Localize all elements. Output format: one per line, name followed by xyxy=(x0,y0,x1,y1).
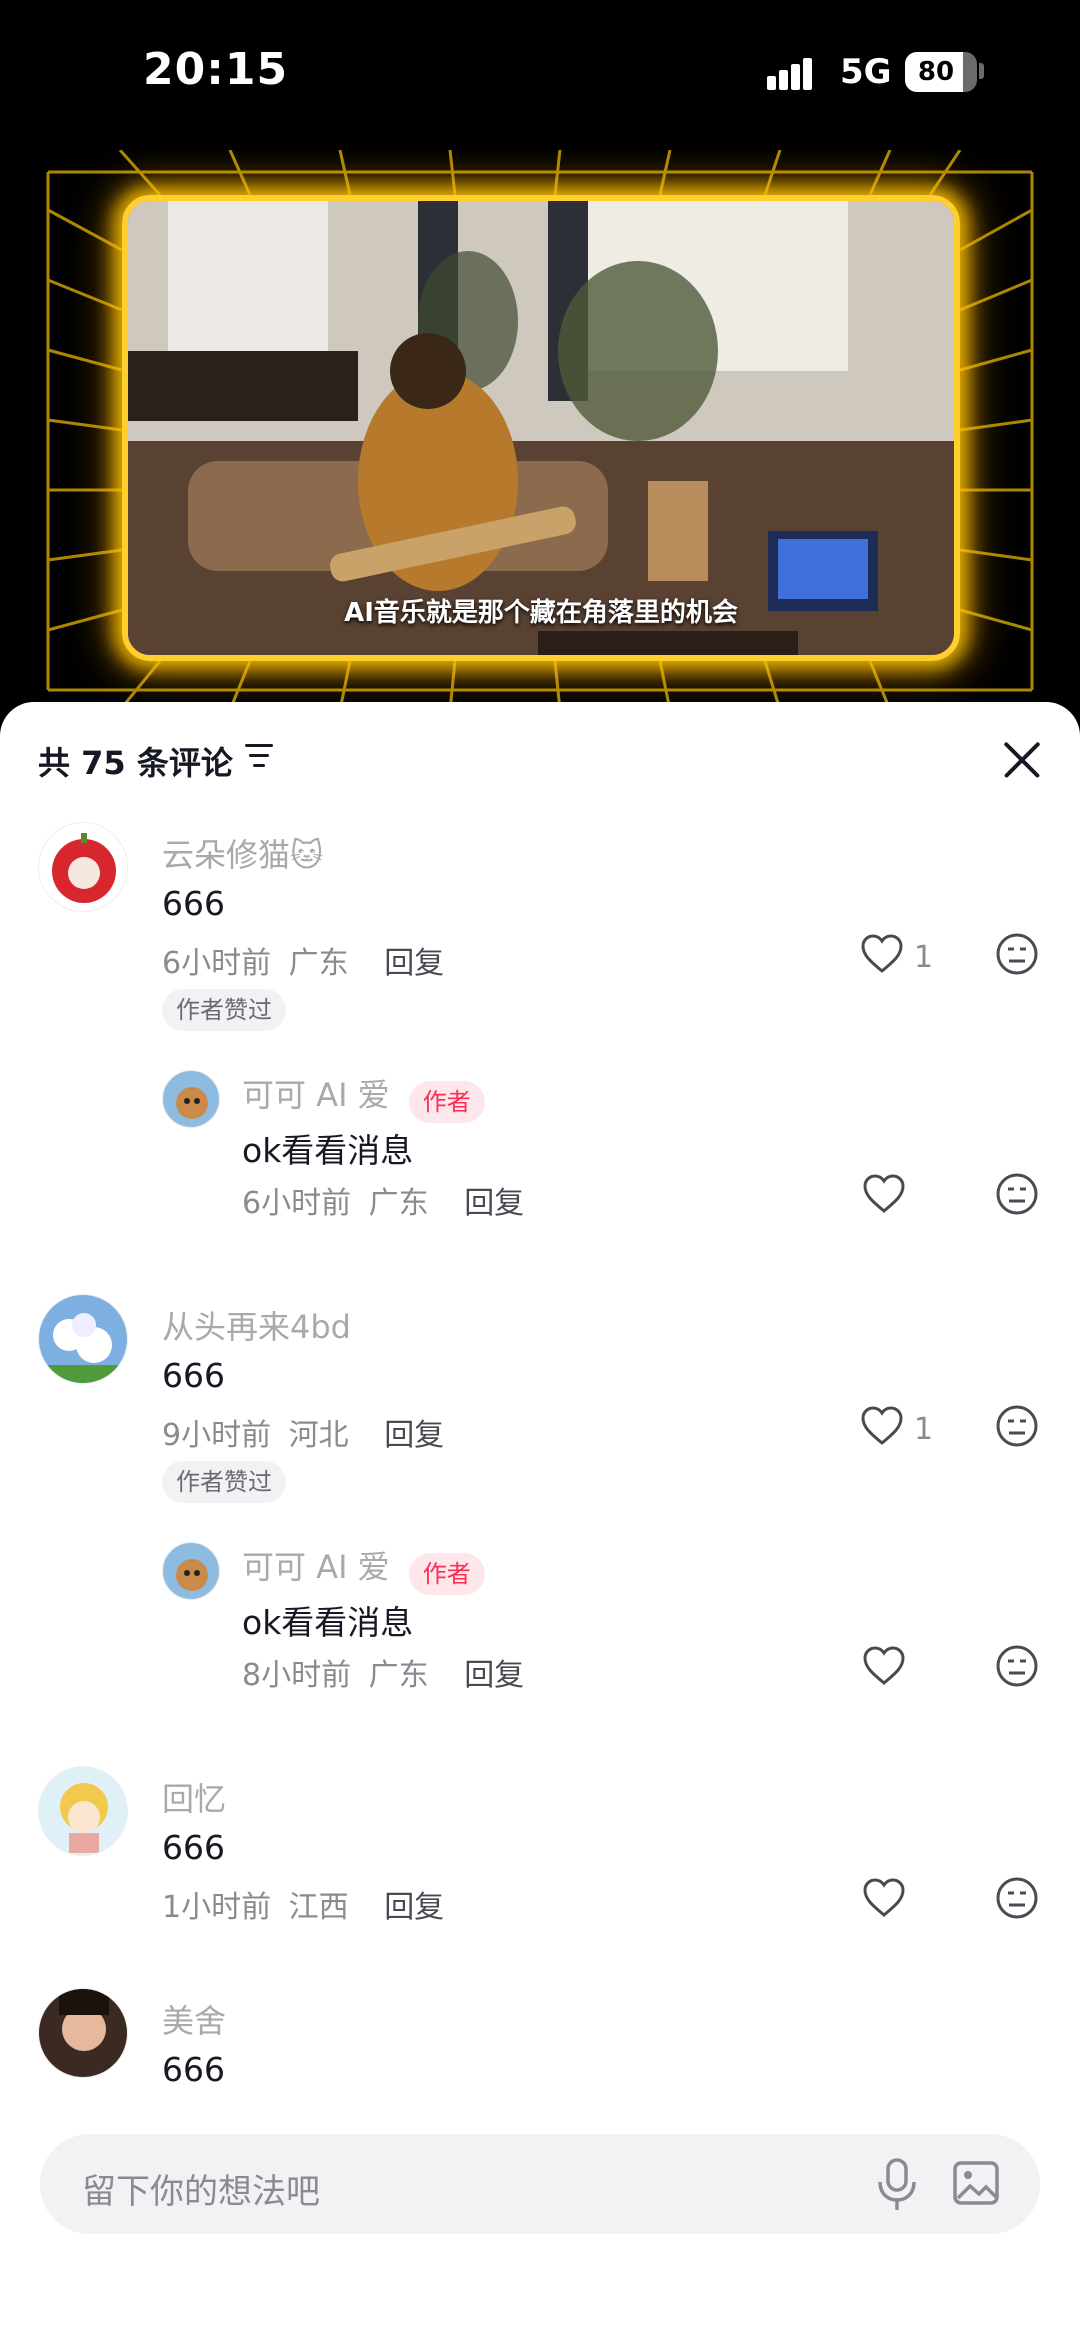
avatar[interactable] xyxy=(38,1988,128,2078)
status-time: 20:15 xyxy=(143,44,289,95)
status-bar: 20:15 5G 80 xyxy=(0,0,1080,150)
comment-username[interactable]: 美舍 xyxy=(162,1996,226,2042)
video-subtitle: AI音乐就是那个藏在角落里的机会 xyxy=(344,598,738,628)
comments-count-title: 共 75 条评论 xyxy=(38,744,233,782)
dislike-face-icon[interactable] xyxy=(996,1877,1038,1919)
avatar[interactable] xyxy=(38,822,128,912)
avatar[interactable] xyxy=(162,1070,220,1128)
like-count: 1 xyxy=(914,1412,934,1447)
heart-icon[interactable] xyxy=(860,934,904,974)
image-picker-icon[interactable] xyxy=(952,2160,1000,2206)
heart-icon[interactable] xyxy=(860,1406,904,1446)
heart-icon[interactable] xyxy=(862,1878,906,1918)
close-icon[interactable] xyxy=(1002,740,1042,780)
reply-button[interactable]: 回复 xyxy=(464,1658,524,1693)
reply-header: 可可 AI 爱 作者 xyxy=(242,1070,485,1123)
avatar[interactable] xyxy=(162,1542,220,1600)
comment-text: 666 xyxy=(162,1356,225,1395)
author-liked-tag: 作者赞过 xyxy=(162,1461,286,1503)
like-count: 1 xyxy=(914,940,934,975)
comment-location: 河北 xyxy=(288,1418,349,1453)
reply-time: 8小时前 xyxy=(242,1658,352,1693)
reply-location: 广东 xyxy=(368,1186,429,1221)
network-type: 5G xyxy=(840,52,892,92)
avatar[interactable] xyxy=(38,1766,128,1856)
reply-text: ok看看消息 xyxy=(242,1603,414,1642)
microphone-icon[interactable] xyxy=(874,2156,920,2212)
reply-button[interactable]: 回复 xyxy=(384,1418,444,1453)
author-badge: 作者 xyxy=(408,1080,485,1123)
dislike-face-icon[interactable] xyxy=(996,1405,1038,1447)
dislike-face-icon[interactable] xyxy=(996,1173,1038,1215)
comment-time: 6小时前 xyxy=(162,946,272,981)
comment-text: 666 xyxy=(162,1828,225,1867)
author-badge: 作者 xyxy=(408,1552,485,1595)
comment-time: 9小时前 xyxy=(162,1418,272,1453)
sort-filter-icon[interactable] xyxy=(245,744,275,768)
battery-level: 80 xyxy=(917,57,955,87)
comment-location: 广东 xyxy=(288,946,349,981)
comment-input-bar[interactable]: 留下你的想法吧 xyxy=(40,2134,1040,2234)
reply-meta: 8小时前 广东 回复 xyxy=(242,1650,524,1694)
comment-meta: 1小时前 江西 回复 xyxy=(162,1882,444,1926)
dislike-face-icon[interactable] xyxy=(996,1645,1038,1687)
reply-text: ok看看消息 xyxy=(242,1131,414,1170)
reply-button[interactable]: 回复 xyxy=(384,946,444,981)
reply-button[interactable]: 回复 xyxy=(384,1890,444,1925)
avatar[interactable] xyxy=(38,1294,128,1384)
dislike-face-icon[interactable] xyxy=(996,933,1038,975)
comments-sheet: 共 75 条评论 云朵修猫🐱 666 6小时前 广东 回复 作者赞过 1 可可 … xyxy=(0,702,1080,2341)
reply-meta: 6小时前 广东 回复 xyxy=(242,1178,524,1222)
battery-icon: 80 xyxy=(905,52,977,92)
comment-input[interactable]: 留下你的想法吧 xyxy=(82,2164,320,2213)
reply-username[interactable]: 可可 AI 爱 xyxy=(242,1076,390,1114)
video-scene xyxy=(128,201,954,655)
reply-header: 可可 AI 爱 作者 xyxy=(242,1542,485,1595)
comment-text: 666 xyxy=(162,884,225,923)
comment-username[interactable]: 云朵修猫🐱 xyxy=(162,830,323,876)
comment-location: 江西 xyxy=(288,1890,349,1925)
author-liked-tag: 作者赞过 xyxy=(162,989,286,1031)
comment-text: 666 xyxy=(162,2050,225,2089)
reply-button[interactable]: 回复 xyxy=(464,1186,524,1221)
comment-username[interactable]: 回忆 xyxy=(162,1774,226,1820)
reply-time: 6小时前 xyxy=(242,1186,352,1221)
comment-username[interactable]: 从头再来4bd xyxy=(162,1302,351,1348)
heart-icon[interactable] xyxy=(862,1646,906,1686)
comment-meta: 9小时前 河北 回复 xyxy=(162,1410,444,1454)
reply-location: 广东 xyxy=(368,1658,429,1693)
comments-list[interactable]: 云朵修猫🐱 666 6小时前 广东 回复 作者赞过 1 可可 AI 爱 作者 o… xyxy=(0,812,1080,2117)
video-frame[interactable]: AI音乐就是那个藏在角落里的机会 xyxy=(122,195,960,661)
heart-icon[interactable] xyxy=(862,1174,906,1214)
comment-meta: 6小时前 广东 回复 xyxy=(162,938,444,982)
reply-username[interactable]: 可可 AI 爱 xyxy=(242,1548,390,1586)
comment-time: 1小时前 xyxy=(162,1890,272,1925)
signal-icon xyxy=(767,58,823,90)
video-stage[interactable]: AI音乐就是那个藏在角落里的机会 xyxy=(0,150,1080,710)
